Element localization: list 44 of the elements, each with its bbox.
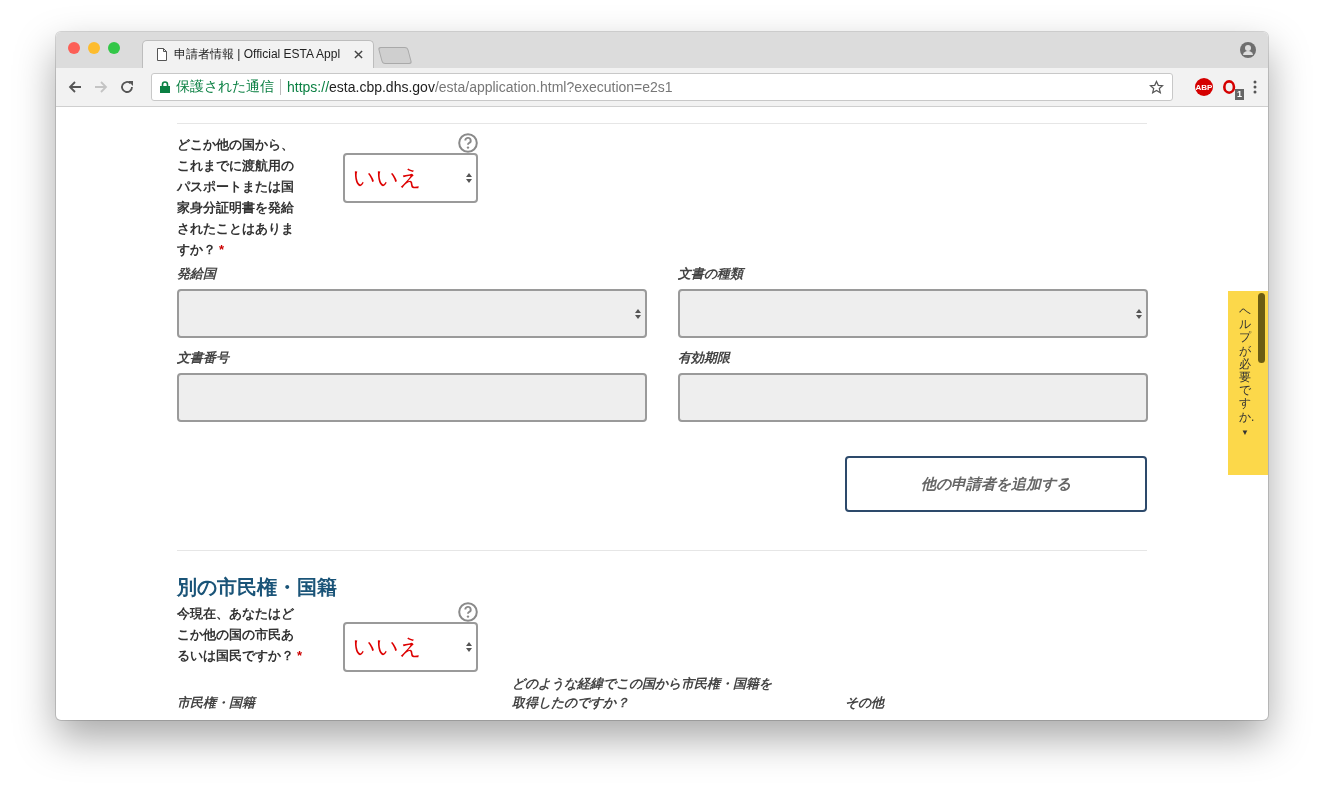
scrollbar-thumb[interactable] [1258, 293, 1265, 363]
field-label: 有効期限 [678, 349, 732, 367]
extension-badge: 1 [1235, 89, 1244, 100]
address-bar[interactable]: 保護された通信 https://esta.cbp.dhs.gov/esta/application.html?execution=e2s1 [151, 73, 1173, 101]
forward-icon[interactable] [93, 79, 109, 95]
field-label: 発給国 [177, 265, 219, 283]
help-icon[interactable] [458, 602, 478, 622]
minimize-window-button[interactable] [88, 42, 100, 54]
select-field[interactable] [177, 289, 647, 338]
url-text: https://esta.cbp.dhs.gov/esta/application.html?execution=e2s1 [287, 79, 673, 95]
question-label: 今現在、あなたはどこか他の国の市民あるいは国民ですか？ * [177, 605, 303, 665]
question-label: どこか他の国から、これまでに渡航用のパスポートまたは国家身分証明書を発給されたことはありますか？ * [177, 136, 295, 259]
help-icon[interactable] [458, 133, 478, 153]
secure-label: 保護された通信 [176, 78, 274, 96]
select-arrows-icon [466, 173, 472, 183]
answer-select[interactable]: いいえ [343, 622, 478, 672]
star-icon[interactable] [1149, 79, 1164, 95]
menu-icon[interactable] [1253, 80, 1257, 94]
select-field[interactable] [678, 289, 1148, 338]
close-icon[interactable] [354, 50, 363, 59]
zoom-window-button[interactable] [108, 42, 120, 54]
adblock-extension-button[interactable]: ABP [1195, 78, 1213, 96]
section-heading: 別の市民権・国籍 [177, 575, 338, 600]
page-icon [157, 48, 167, 61]
field-label: 文書番号 [177, 349, 231, 367]
browser-tab[interactable]: 申請者情報 | Official ESTA Appl [142, 40, 374, 68]
select-arrows-icon [466, 642, 472, 652]
profile-icon[interactable] [1240, 42, 1256, 58]
tab-title: 申請者情報 | Official ESTA Appl [174, 46, 342, 63]
new-tab-button[interactable] [377, 47, 413, 64]
select-arrows-icon [1136, 308, 1142, 319]
extension-button[interactable]: 1 [1223, 77, 1243, 97]
field-label: 文書の種類 [678, 264, 1148, 283]
column-label: どのような経緯でこの国から市民権・国籍を取得したのですか？ [512, 675, 773, 712]
column-label: 市民権・国籍 [177, 694, 258, 712]
add-applicant-button[interactable]: 他の申請者を追加する [845, 456, 1147, 512]
column-label: その他 [845, 694, 884, 712]
select-arrows-icon [635, 308, 641, 319]
lock-icon [160, 81, 170, 93]
answer-select[interactable]: いいえ [343, 153, 478, 203]
help-tab[interactable]: ヘルプが必要ですか. ▼ [1228, 291, 1268, 475]
close-window-button[interactable] [68, 42, 80, 54]
back-icon[interactable] [67, 79, 83, 95]
reload-icon[interactable] [119, 79, 135, 95]
